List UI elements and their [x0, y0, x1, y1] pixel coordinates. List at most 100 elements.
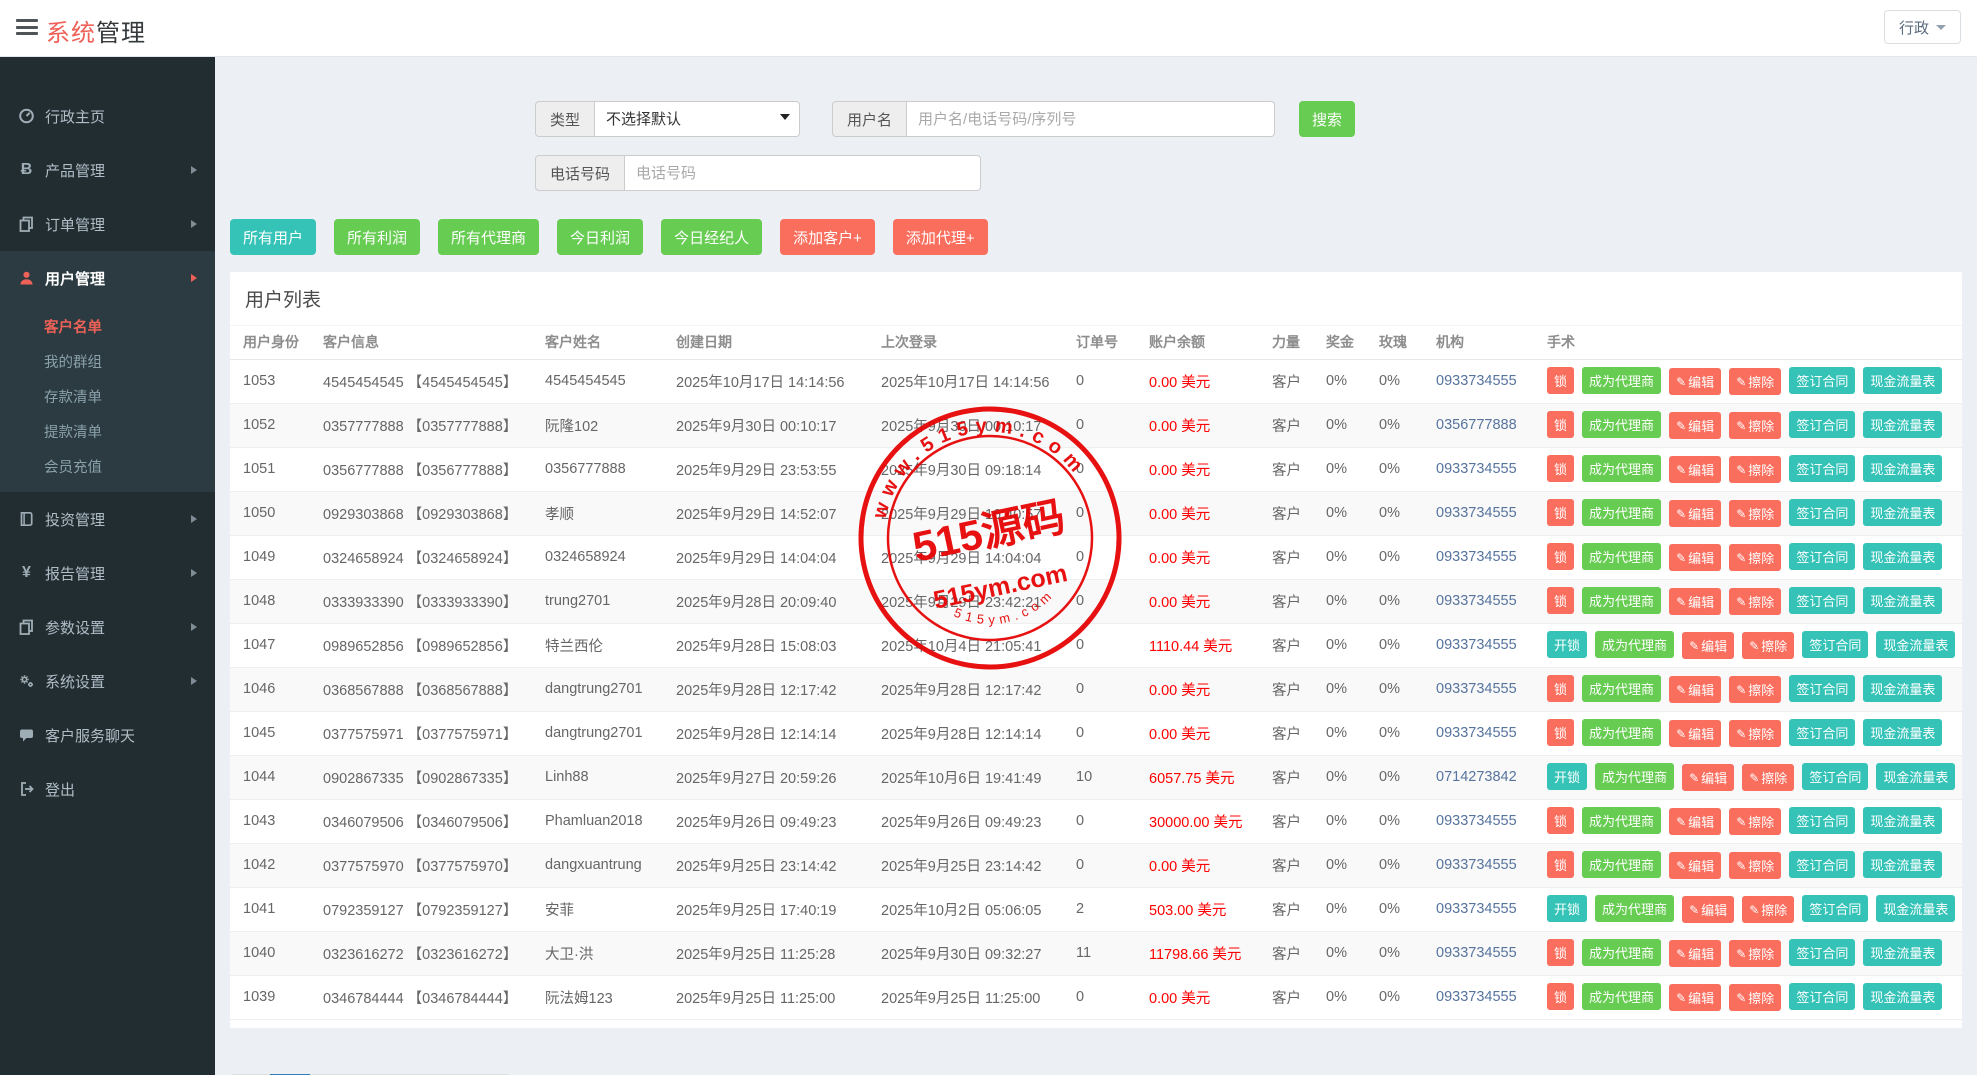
- cashflow-button[interactable]: 现金流量表: [1863, 455, 1942, 482]
- sign-contract-button[interactable]: 签订合同: [1789, 367, 1855, 394]
- sign-contract-button[interactable]: 签订合同: [1789, 719, 1855, 746]
- sidebar-item-logout[interactable]: 登出: [0, 762, 215, 816]
- cashflow-button[interactable]: 现金流量表: [1863, 939, 1942, 966]
- lock-button[interactable]: 锁: [1547, 675, 1574, 702]
- sidebar-subitem-deposit-list[interactable]: 存款清单: [0, 381, 215, 416]
- erase-button[interactable]: ✎擦除: [1729, 412, 1781, 439]
- edit-button[interactable]: ✎编辑: [1669, 808, 1721, 835]
- erase-button[interactable]: ✎擦除: [1729, 456, 1781, 483]
- sign-contract-button[interactable]: 签订合同: [1789, 499, 1855, 526]
- erase-button[interactable]: ✎擦除: [1729, 500, 1781, 527]
- lock-button[interactable]: 开锁: [1547, 763, 1587, 790]
- sign-contract-button[interactable]: 签订合同: [1789, 983, 1855, 1010]
- become-agent-button[interactable]: 成为代理商: [1595, 631, 1674, 658]
- org-link[interactable]: 0933734555: [1436, 373, 1517, 389]
- org-link[interactable]: 0933734555: [1436, 901, 1517, 917]
- lock-button[interactable]: 锁: [1547, 587, 1574, 614]
- sign-contract-button[interactable]: 签订合同: [1789, 543, 1855, 570]
- edit-button[interactable]: ✎编辑: [1669, 588, 1721, 615]
- cashflow-button[interactable]: 现金流量表: [1863, 411, 1942, 438]
- lock-button[interactable]: 锁: [1547, 411, 1574, 438]
- username-input[interactable]: [907, 101, 1275, 137]
- cashflow-button[interactable]: 现金流量表: [1876, 631, 1955, 658]
- phone-input[interactable]: [625, 155, 981, 191]
- cashflow-button[interactable]: 现金流量表: [1863, 851, 1942, 878]
- sign-contract-button[interactable]: 签订合同: [1789, 587, 1855, 614]
- sign-contract-button[interactable]: 签订合同: [1789, 807, 1855, 834]
- today-profit-button[interactable]: 今日利润: [557, 219, 643, 255]
- cashflow-button[interactable]: 现金流量表: [1863, 587, 1942, 614]
- become-agent-button[interactable]: 成为代理商: [1582, 939, 1661, 966]
- sidebar-subitem-withdrawal-list[interactable]: 提款清单: [0, 416, 215, 451]
- org-link[interactable]: 0933734555: [1436, 725, 1517, 741]
- lock-button[interactable]: 锁: [1547, 367, 1574, 394]
- org-link[interactable]: 0933734555: [1436, 637, 1517, 653]
- sign-contract-button[interactable]: 签订合同: [1789, 675, 1855, 702]
- sidebar-item-product-management[interactable]: Ƀ 产品管理: [0, 143, 215, 197]
- sidebar-subitem-customer-list[interactable]: 客户名单: [0, 311, 215, 346]
- erase-button[interactable]: ✎擦除: [1729, 984, 1781, 1011]
- user-menu-button[interactable]: 行政: [1884, 10, 1961, 44]
- sign-contract-button[interactable]: 签订合同: [1802, 631, 1868, 658]
- become-agent-button[interactable]: 成为代理商: [1582, 411, 1661, 438]
- edit-button[interactable]: ✎编辑: [1669, 676, 1721, 703]
- sign-contract-button[interactable]: 签订合同: [1802, 763, 1868, 790]
- sign-contract-button[interactable]: 签订合同: [1789, 939, 1855, 966]
- today-brokers-button[interactable]: 今日经纪人: [661, 219, 762, 255]
- sidebar-item-parameter-settings[interactable]: 参数设置: [0, 600, 215, 654]
- become-agent-button[interactable]: 成为代理商: [1582, 367, 1661, 394]
- sidebar-subitem-member-recharge[interactable]: 会员充值: [0, 451, 215, 486]
- org-link[interactable]: 0933734555: [1436, 857, 1517, 873]
- type-select[interactable]: 不选择默认: [595, 101, 800, 137]
- become-agent-button[interactable]: 成为代理商: [1582, 983, 1661, 1010]
- become-agent-button[interactable]: 成为代理商: [1582, 587, 1661, 614]
- cashflow-button[interactable]: 现金流量表: [1876, 895, 1955, 922]
- search-button[interactable]: 搜索: [1299, 101, 1355, 137]
- edit-button[interactable]: ✎编辑: [1682, 896, 1734, 923]
- org-link[interactable]: 0714273842: [1436, 769, 1517, 785]
- edit-button[interactable]: ✎编辑: [1669, 720, 1721, 747]
- edit-button[interactable]: ✎编辑: [1669, 852, 1721, 879]
- cashflow-button[interactable]: 现金流量表: [1863, 499, 1942, 526]
- lock-button[interactable]: 锁: [1547, 455, 1574, 482]
- edit-button[interactable]: ✎编辑: [1669, 456, 1721, 483]
- add-agent-button[interactable]: 添加代理+: [893, 219, 988, 255]
- become-agent-button[interactable]: 成为代理商: [1582, 499, 1661, 526]
- cashflow-button[interactable]: 现金流量表: [1876, 763, 1955, 790]
- cashflow-button[interactable]: 现金流量表: [1863, 719, 1942, 746]
- sidebar-item-report-management[interactable]: ¥ 报告管理: [0, 546, 215, 600]
- cashflow-button[interactable]: 现金流量表: [1863, 367, 1942, 394]
- edit-button[interactable]: ✎编辑: [1669, 500, 1721, 527]
- org-link[interactable]: 0933734555: [1436, 989, 1517, 1005]
- sidebar-item-admin-home[interactable]: 行政主页: [0, 89, 215, 143]
- lock-button[interactable]: 开锁: [1547, 631, 1587, 658]
- org-link[interactable]: 0933734555: [1436, 681, 1517, 697]
- lock-button[interactable]: 锁: [1547, 543, 1574, 570]
- org-link[interactable]: 0933734555: [1436, 505, 1517, 521]
- edit-button[interactable]: ✎编辑: [1682, 632, 1734, 659]
- erase-button[interactable]: ✎擦除: [1742, 764, 1794, 791]
- cashflow-button[interactable]: 现金流量表: [1863, 983, 1942, 1010]
- become-agent-button[interactable]: 成为代理商: [1582, 455, 1661, 482]
- erase-button[interactable]: ✎擦除: [1729, 368, 1781, 395]
- all-users-button[interactable]: 所有用户: [230, 219, 316, 255]
- erase-button[interactable]: ✎擦除: [1729, 544, 1781, 571]
- org-link[interactable]: 0933734555: [1436, 461, 1517, 477]
- sidebar-subitem-my-groups[interactable]: 我的群组: [0, 346, 215, 381]
- become-agent-button[interactable]: 成为代理商: [1595, 895, 1674, 922]
- erase-button[interactable]: ✎擦除: [1729, 808, 1781, 835]
- all-agents-button[interactable]: 所有代理商: [438, 219, 539, 255]
- become-agent-button[interactable]: 成为代理商: [1582, 543, 1661, 570]
- sign-contract-button[interactable]: 签订合同: [1789, 851, 1855, 878]
- erase-button[interactable]: ✎擦除: [1729, 940, 1781, 967]
- cashflow-button[interactable]: 现金流量表: [1863, 807, 1942, 834]
- org-link[interactable]: 0933734555: [1436, 945, 1517, 961]
- become-agent-button[interactable]: 成为代理商: [1595, 763, 1674, 790]
- cashflow-button[interactable]: 现金流量表: [1863, 543, 1942, 570]
- sidebar-item-order-management[interactable]: 订单管理: [0, 197, 215, 251]
- erase-button[interactable]: ✎擦除: [1729, 720, 1781, 747]
- sidebar-item-system-settings[interactable]: 系统设置: [0, 654, 215, 708]
- erase-button[interactable]: ✎擦除: [1742, 896, 1794, 923]
- sidebar-item-user-management[interactable]: 用户管理: [0, 251, 215, 305]
- edit-button[interactable]: ✎编辑: [1669, 368, 1721, 395]
